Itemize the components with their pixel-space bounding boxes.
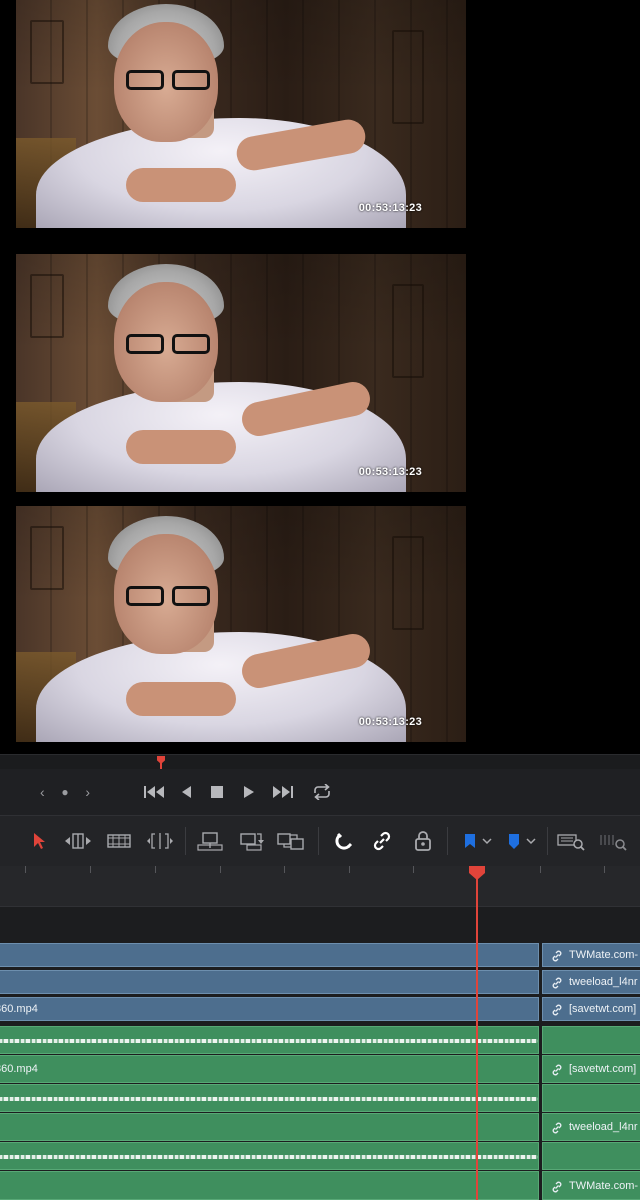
loop-icon[interactable]: [310, 781, 334, 803]
edit-toolbar: [0, 815, 640, 866]
link-icon: [552, 950, 562, 962]
jog-right-icon[interactable]: ›: [85, 784, 90, 800]
go-to-start-icon[interactable]: [142, 781, 166, 803]
video-clip[interactable]: [0, 943, 539, 967]
toolbar-separator: [447, 827, 448, 855]
video-clip[interactable]: 360.mp4: [0, 997, 539, 1021]
link-icon: [552, 1064, 562, 1076]
clip-name: TWMate.com-: [569, 1180, 639, 1192]
video-clip[interactable]: [savetwt.com]: [542, 997, 640, 1021]
clip-name: 360.mp4: [0, 1003, 38, 1015]
audio-clip-waveform[interactable]: [0, 1142, 539, 1170]
clip-name: [savetwt.com]: [569, 1063, 637, 1075]
video-clip[interactable]: TWMate.com-: [542, 943, 640, 967]
audio-clip[interactable]: tweeload_l4nr: [542, 1113, 640, 1141]
insert-clip-icon[interactable]: [195, 828, 225, 854]
audio-clip[interactable]: [0, 1171, 539, 1200]
linked-selection-icon[interactable]: [367, 828, 397, 854]
audio-clip-waveform[interactable]: [542, 1142, 640, 1170]
viewer-frame-1: 00:53:13:23: [16, 0, 466, 228]
link-icon: [552, 977, 562, 989]
audio-clip[interactable]: TWMate.com-: [542, 1171, 640, 1200]
jog-left-icon[interactable]: ‹: [40, 784, 45, 800]
flag-icon[interactable]: [456, 828, 496, 854]
timeline-ruler[interactable]: [0, 866, 640, 907]
timeline-playhead-line[interactable]: [476, 876, 478, 1200]
position-lock-icon[interactable]: [408, 828, 438, 854]
transport-controls: ‹ ● ›: [0, 769, 640, 815]
jog-dot-icon[interactable]: ●: [61, 785, 68, 799]
audio-clip-waveform[interactable]: [0, 1026, 539, 1054]
clip-name: tweeload_l4nr: [569, 976, 638, 988]
timecode-overlay: 00:53:13:23: [358, 466, 422, 478]
jog-control[interactable]: ‹ ● ›: [40, 781, 90, 803]
viewer-frame-2: 00:53:13:23: [16, 254, 466, 492]
clip-name: [savetwt.com]: [569, 1003, 637, 1015]
video-clip[interactable]: [0, 970, 539, 994]
clip-name: tweeload_l4nr: [569, 1121, 638, 1133]
blade-edit-mode-icon[interactable]: [145, 828, 175, 854]
toolbar-separator: [185, 827, 186, 855]
clip-name: 360.mp4: [0, 1063, 38, 1075]
snapping-icon[interactable]: [329, 828, 359, 854]
audio-clip-waveform[interactable]: [0, 1084, 539, 1112]
timecode-overlay: 00:53:13:23: [358, 716, 422, 728]
dynamic-trim-mode-icon[interactable]: [104, 828, 134, 854]
link-icon: [552, 1004, 562, 1016]
audio-clip-waveform[interactable]: [542, 1026, 640, 1054]
link-icon: [552, 1122, 562, 1134]
zoom-detail-icon[interactable]: [598, 828, 628, 854]
audio-clip[interactable]: 360.mp4: [0, 1055, 539, 1083]
video-clip[interactable]: tweeload_l4nr: [542, 970, 640, 994]
go-to-end-icon[interactable]: [271, 781, 295, 803]
viewer-frame-3: 00:53:13:23: [16, 506, 466, 742]
audio-clip[interactable]: [0, 1113, 539, 1141]
clip-name: TWMate.com-: [569, 949, 639, 961]
trim-edit-mode-icon[interactable]: [63, 828, 93, 854]
viewer-scrub-bar[interactable]: [0, 754, 640, 770]
toolbar-separator: [547, 827, 548, 855]
step-back-icon[interactable]: [178, 781, 194, 803]
audio-clip-waveform[interactable]: [542, 1084, 640, 1112]
selection-mode-icon[interactable]: [24, 828, 54, 854]
marker-icon[interactable]: [500, 828, 540, 854]
overwrite-clip-icon[interactable]: [236, 828, 266, 854]
audio-clip[interactable]: [savetwt.com]: [542, 1055, 640, 1083]
toolbar-separator: [318, 827, 319, 855]
timecode-overlay: 00:53:13:23: [358, 202, 422, 214]
stop-icon[interactable]: [208, 781, 226, 803]
timeline-tracks: TWMate.com- tweeload_l4nr 360.mp4 [savet…: [0, 907, 640, 1200]
replace-clip-icon[interactable]: [276, 828, 306, 854]
zoom-full-icon[interactable]: [556, 828, 586, 854]
link-icon: [552, 1181, 562, 1193]
play-icon[interactable]: [241, 781, 257, 803]
